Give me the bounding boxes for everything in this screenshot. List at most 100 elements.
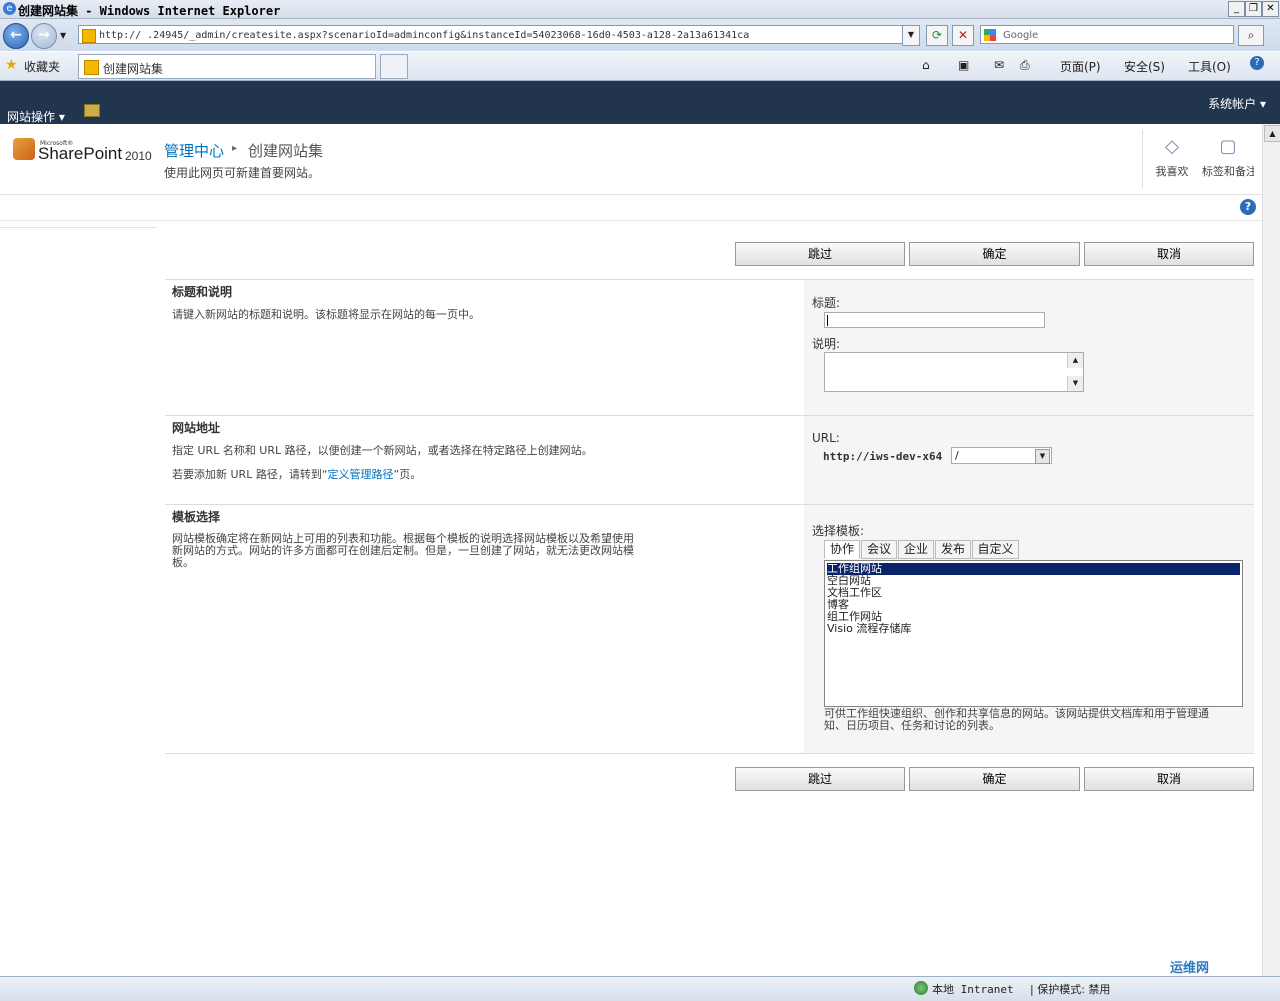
page-favicon xyxy=(82,29,96,43)
url-path-select[interactable]: / ▼ xyxy=(951,447,1052,464)
cancel-button-bottom[interactable]: 取消 xyxy=(1084,767,1254,791)
address-section-heading: 网站地址 xyxy=(172,421,221,435)
navigate-up-icon[interactable] xyxy=(84,104,100,117)
managed-paths-link[interactable]: 定义管理路径 xyxy=(328,468,394,481)
template-section-description: 网站模板确定将在新网站上可用的列表和功能。根据每个模板的说明选择网站模板以及希望… xyxy=(172,532,634,569)
ie-icon: e xyxy=(3,2,16,15)
url-path-value: / xyxy=(955,449,959,462)
tools-menu[interactable]: 工具(O) xyxy=(1188,58,1231,75)
description-textarea[interactable]: ▲ ▼ xyxy=(824,352,1084,392)
account-label: 系统帐户 xyxy=(1208,97,1257,111)
page-header: Microsoft® SharePoint 2010 管理中心 ▸ 创建网站集 … xyxy=(0,124,1262,195)
new-tab-button[interactable] xyxy=(380,54,408,79)
favorites-label[interactable]: 收藏夹 xyxy=(24,58,60,75)
address-toolbar: ← → ▼ http:// .24945/_admin/createsite.a… xyxy=(0,19,1280,51)
list-item[interactable]: 博客 xyxy=(827,599,1240,611)
page-menu[interactable]: 页面(P) xyxy=(1060,58,1101,75)
i-like-it-label: 我喜欢 xyxy=(1155,165,1189,178)
title-label: 标题: xyxy=(812,296,841,310)
cancel-button-top[interactable]: 取消 xyxy=(1084,242,1254,266)
close-window-button[interactable]: ✕ xyxy=(1262,1,1279,17)
site-actions-label: 网站操作 xyxy=(7,110,56,124)
section-rule xyxy=(165,753,1254,754)
account-menu[interactable]: 系统帐户 ▾ xyxy=(1208,95,1266,112)
back-button[interactable]: ← xyxy=(3,23,29,49)
tags-notes-label: 标签和备注 xyxy=(1202,165,1254,178)
tab-enterprise[interactable]: 企业 xyxy=(898,540,934,559)
url-label: URL: xyxy=(812,431,840,445)
page-description: 使用此网页可新建首要网站。 xyxy=(164,166,321,180)
site-actions-menu[interactable]: 网站操作 ▾ xyxy=(7,108,65,125)
minimize-button[interactable]: _ xyxy=(1228,1,1245,17)
tab-label: 创建网站集 xyxy=(103,62,164,76)
title-input[interactable] xyxy=(824,312,1045,328)
textarea-scroll-up-icon[interactable]: ▲ xyxy=(1067,353,1083,368)
favorites-bar: ★ 收藏夹 创建网站集 ⌂ ▣ ✉ ⎙ 页面(P) 安全(S) 工具(O) ? xyxy=(0,52,1280,81)
mail-icon[interactable]: ✉ xyxy=(994,58,1004,72)
help-menu-icon[interactable]: ? xyxy=(1250,56,1264,70)
logo-version: 2010 xyxy=(125,149,152,163)
stop-icon[interactable]: ✕ xyxy=(952,25,974,46)
address-section-hint: 若要添加新 URL 路径，请转到“定义管理路径”页。 xyxy=(172,469,421,481)
safety-menu[interactable]: 安全(S) xyxy=(1124,58,1165,75)
status-bar: 本地 Intranet | 保护模式: 禁用 xyxy=(0,976,1280,1001)
forward-button[interactable]: → xyxy=(31,23,57,49)
template-list[interactable]: 工作组网站 空白网站 文档工作区 博客 组工作网站 Visio 流程存储库 xyxy=(824,560,1243,707)
restore-button[interactable]: ❐ xyxy=(1245,1,1262,17)
window-title: 创建网站集 - Windows Internet Explorer xyxy=(18,4,281,18)
tags-notes-button[interactable]: ▢ 标签和备注 xyxy=(1202,136,1254,179)
help-icon[interactable]: ? xyxy=(1240,199,1256,215)
breadcrumb-current: 创建网站集 xyxy=(248,142,324,160)
rss-icon[interactable]: ▣ xyxy=(958,58,969,72)
list-item[interactable]: 空白网站 xyxy=(827,575,1240,587)
title-section-heading: 标题和说明 xyxy=(172,285,233,299)
ok-button-top[interactable]: 确定 xyxy=(909,242,1080,266)
scroll-up-icon[interactable]: ▲ xyxy=(1264,125,1280,142)
template-section-heading: 模板选择 xyxy=(172,510,221,524)
list-item[interactable]: 文档工作区 xyxy=(827,587,1240,599)
ok-button-bottom[interactable]: 确定 xyxy=(909,767,1080,791)
skip-button-top[interactable]: 跳过 xyxy=(735,242,905,266)
template-select-label: 选择模板: xyxy=(812,524,865,538)
hint-suffix: ”页。 xyxy=(393,468,422,481)
home-icon[interactable]: ⌂ xyxy=(922,58,930,72)
tab-custom[interactable]: 自定义 xyxy=(972,540,1019,559)
address-dropdown-icon[interactable]: ▼ xyxy=(902,25,920,46)
description-label: 说明: xyxy=(812,337,841,351)
vertical-scrollbar[interactable]: ▲ xyxy=(1262,124,1280,976)
list-item[interactable]: Visio 流程存储库 xyxy=(827,623,1240,635)
history-dropdown-icon[interactable]: ▼ xyxy=(60,31,66,40)
search-input[interactable]: Google xyxy=(980,25,1234,44)
textarea-scroll-down-icon[interactable]: ▼ xyxy=(1067,376,1083,391)
tab-publishing[interactable]: 发布 xyxy=(935,540,971,559)
header-bottom-rule xyxy=(0,220,1262,221)
search-icon[interactable]: ⌕ xyxy=(1238,25,1264,46)
list-item[interactable]: 工作组网站 xyxy=(827,563,1240,575)
hint-prefix: 若要添加新 URL 路径，请转到“ xyxy=(172,468,328,481)
header-divider xyxy=(1142,130,1143,188)
tab-favicon xyxy=(84,60,99,75)
tab-meetings[interactable]: 会议 xyxy=(861,540,897,559)
template-description: 可供工作组快速组织、创作和共享信息的网站。该网站提供文档库和用于管理通知、日历项… xyxy=(824,707,1209,732)
left-nav-area xyxy=(0,221,157,228)
tab-collaboration[interactable]: 协作 xyxy=(824,540,860,559)
logo-sharepoint: SharePoint xyxy=(38,144,123,163)
title-section-description: 请键入新网站的标题和说明。该标题将显示在网站的每一页中。 xyxy=(172,308,480,321)
breadcrumb-separator: ▸ xyxy=(232,143,238,154)
browser-tab[interactable]: 创建网站集 xyxy=(78,54,376,79)
status-protected-mode: | 保护模式: 禁用 xyxy=(1030,983,1111,996)
watermark-text: 运维网 xyxy=(1170,961,1210,976)
refresh-icon[interactable]: ⟳ xyxy=(926,25,948,46)
address-input[interactable]: http:// .24945/_admin/createsite.aspx?sc… xyxy=(78,25,918,44)
skip-button-bottom[interactable]: 跳过 xyxy=(735,767,905,791)
i-like-it-button[interactable]: ◇ 我喜欢 xyxy=(1146,136,1198,179)
breadcrumb-root[interactable]: 管理中心 xyxy=(164,140,224,161)
tag-icon: ◇ xyxy=(1165,136,1179,157)
title-section-input-area xyxy=(804,280,1254,415)
text-caret xyxy=(827,315,828,326)
window-titlebar: e 创建网站集 - Windows Internet Explorer _ ❐ … xyxy=(0,0,1280,19)
print-icon[interactable]: ⎙ xyxy=(1020,58,1030,73)
favorites-star-icon[interactable]: ★ xyxy=(5,57,18,73)
sharepoint-logo-icon xyxy=(13,138,35,160)
select-dropdown-icon[interactable]: ▼ xyxy=(1035,449,1050,464)
